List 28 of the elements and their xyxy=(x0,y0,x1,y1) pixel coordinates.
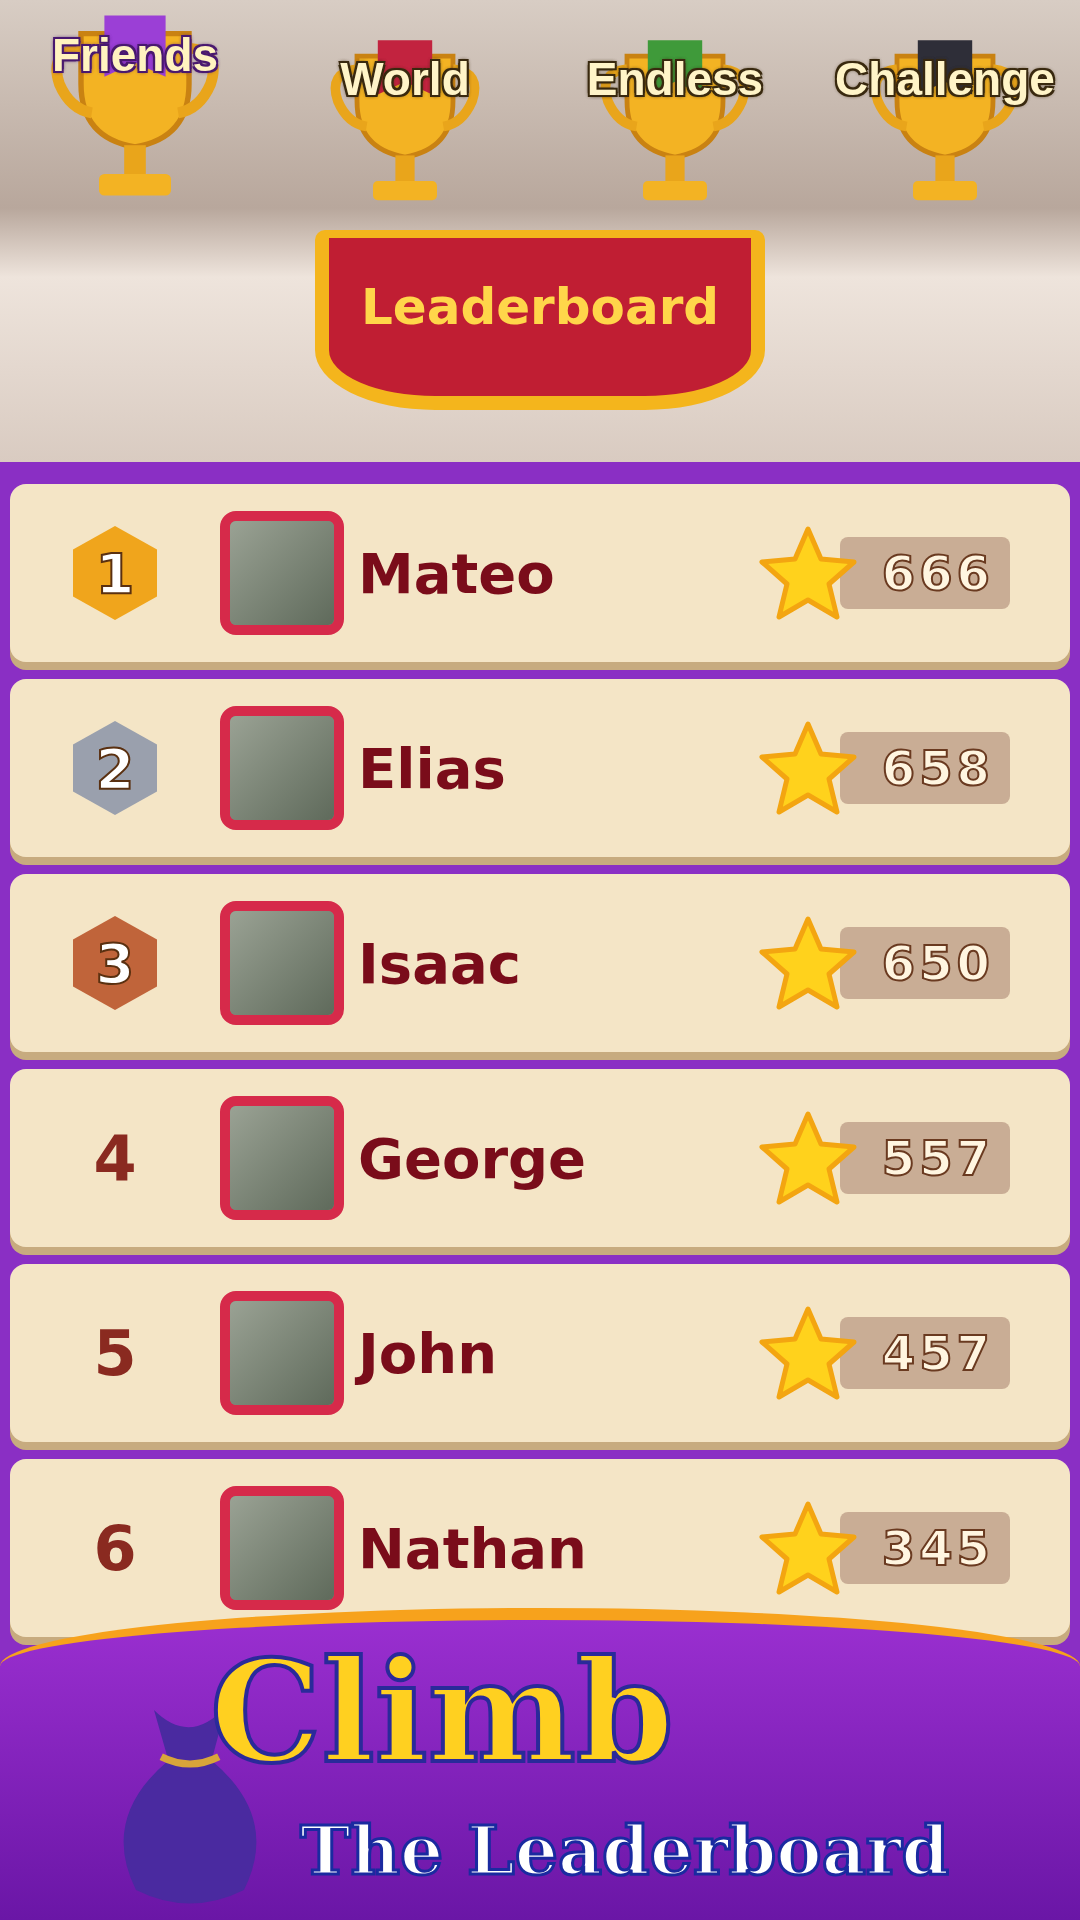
tab[interactable]: Endless xyxy=(560,6,790,224)
score-value: 650 xyxy=(840,927,1010,999)
player-name: George xyxy=(358,1125,588,1191)
star-icon xyxy=(758,915,858,1011)
player-name: Isaac xyxy=(358,930,522,996)
star-icon xyxy=(758,1500,858,1596)
player-name: Mateo xyxy=(358,540,556,606)
rank-number: 6 xyxy=(93,1511,137,1585)
player-name: Nathan xyxy=(358,1515,588,1581)
banner-headline: Climb xyxy=(210,1630,674,1794)
score-value: 666 xyxy=(840,537,1010,609)
banner-subline: The Leaderboard xyxy=(300,1810,950,1890)
star-icon xyxy=(758,525,858,621)
star-icon xyxy=(758,1110,858,1206)
tab[interactable]: Challenge xyxy=(830,6,1060,224)
rank-medal: 2 xyxy=(73,721,157,815)
star-icon xyxy=(758,720,858,816)
title-banner: Leaderboard xyxy=(315,230,765,410)
rank-number: 5 xyxy=(93,1316,137,1390)
score-value: 557 xyxy=(840,1122,1010,1194)
rank-medal: 3 xyxy=(73,916,157,1010)
score-value: 345 xyxy=(840,1512,1010,1584)
rank-medal: 1 xyxy=(73,526,157,620)
score-value: 658 xyxy=(840,732,1010,804)
score-value: 457 xyxy=(840,1317,1010,1389)
player-name: Elias xyxy=(358,735,507,801)
rank-number: 4 xyxy=(93,1121,137,1195)
star-icon xyxy=(758,1305,858,1401)
